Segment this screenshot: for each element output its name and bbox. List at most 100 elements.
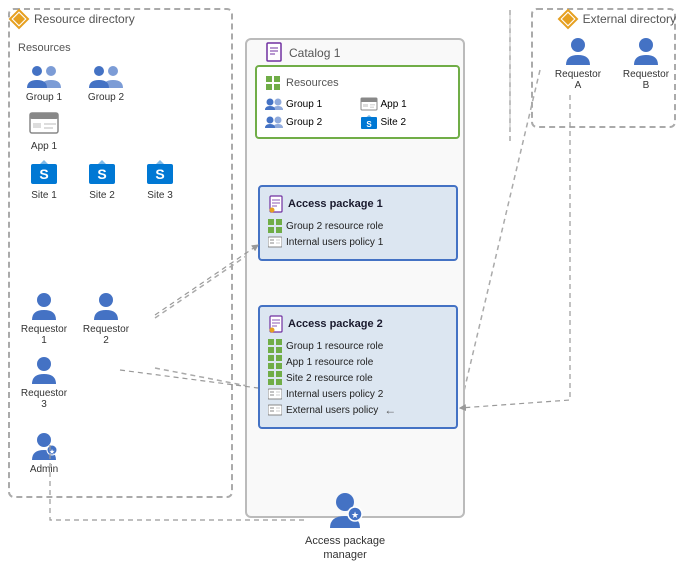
catalog-site2: S Site 2 [360,115,451,129]
ap1-resource-role-label: Group 2 resource role [286,221,383,232]
group1-item: Group 1 [18,62,70,103]
admin-section: ★ Admin [18,430,118,475]
catalog-site2-icon: S [360,115,378,129]
ap2-internal-policy: Internal users policy 2 [268,387,448,401]
catalog-resources-title: Resources [286,77,339,89]
requestor2-icon [92,290,120,322]
site2-label: Site 2 [89,190,115,201]
requestorB-item: Requestor B [620,35,672,91]
ap1-grid-icon [268,219,282,233]
requestor2-label: Requestor 2 [80,324,132,346]
catalog-group1-icon [265,97,283,111]
ap2-app1-role: App 1 resource role [268,355,448,369]
catalog-resources-header: Resources [265,75,450,91]
svg-text:S: S [39,166,48,182]
resource-directory-icon [8,8,30,30]
svg-text:★: ★ [49,448,55,456]
catalog-group2: Group 2 [265,115,356,129]
requestor1-item: Requestor 1 [18,290,70,346]
ap2-header: Access package 2 [268,315,448,333]
site2-icon: S [87,160,117,188]
admin-icon: ★ [30,430,58,462]
app1-item: App 1 [18,111,70,152]
site1-icon: S [29,160,59,188]
site3-icon: S [145,160,175,188]
ap2-app1-role-label: App 1 resource role [286,357,373,368]
requestor1-label: Requestor 1 [18,324,70,346]
requestorB-label: Requestor B [620,69,672,91]
catalog-app1-icon [360,97,378,111]
group1-icon [27,62,61,90]
catalog-title: Catalog 1 [289,46,340,60]
svg-text:S: S [366,120,372,129]
resource-directory-label: Resource directory [8,8,135,30]
catalog-resource-grid: Group 1 App 1 [265,97,450,129]
admin-item: ★ Admin [18,430,70,475]
ap2-policy2-icon [268,403,282,417]
ap2-external-policy: External users policy ← [268,403,448,417]
group2-icon [89,62,123,90]
external-directory-label: External directory [557,8,676,30]
access-manager-label: Access packagemanager [305,534,385,563]
site2-item: S Site 2 [76,160,128,201]
ap2-group1-role-label: Group 1 resource role [286,341,383,352]
diagram-container: Resource directory External directory Re… [0,0,684,581]
requestorB-icon [632,35,660,67]
external-directory-title: External directory [583,12,676,26]
ap2-external-policy-label: External users policy [286,405,378,416]
ap2-doc-icon [268,315,284,333]
requestor2-item: Requestor 2 [80,290,132,346]
ap1-policy-icon [268,235,282,249]
ap2-grid2-icon [268,355,282,369]
ap1-policy: Internal users policy 1 [268,235,448,249]
external-policy-arrow: ← [384,403,396,417]
access-package-1: Access package 1 Group 2 resource role I… [258,185,458,261]
external-directory-icon [557,8,579,30]
ap2-grid3-icon [268,371,282,385]
requestorA-label: Requestor A [552,69,604,91]
site3-label: Site 3 [147,190,173,201]
resources-section: Resources Group 1 Group 2 [18,42,228,209]
requestors-section: Requestor 1 Requestor 2 Requestor 3 [18,290,228,418]
ap2-site2-role-label: Site 2 resource role [286,373,373,384]
group1-label: Group 1 [26,92,62,103]
catalog-group1: Group 1 [265,97,356,111]
ap1-doc-icon [268,195,284,213]
ap2-grid1-icon [268,339,282,353]
ap1-header: Access package 1 [268,195,448,213]
requestor3-icon [30,354,58,386]
site3-item: S Site 3 [134,160,186,201]
ap1-resource-role: Group 2 resource role [268,219,448,233]
catalog-resources-box: Resources Group 1 [255,65,460,139]
catalog-icon [264,42,284,64]
ap1-title: Access package 1 [288,198,383,210]
access-manager-icon: ★ [327,490,363,530]
site1-label: Site 1 [31,190,57,201]
resource-directory-title: Resource directory [34,12,135,26]
ap2-policy1-icon [268,387,282,401]
resources-title: Resources [18,42,228,54]
group2-label: Group 2 [88,92,124,103]
group2-item: Group 2 [80,62,132,103]
svg-text:S: S [155,166,164,182]
external-requestors: Requestor A Requestor B [552,35,672,91]
catalog-app1: App 1 [360,97,451,111]
access-package-2: Access package 2 Group 1 resource role A… [258,305,458,429]
site1-item: S Site 1 [18,160,70,201]
requestor3-item: Requestor 3 [18,354,70,410]
catalog-group2-icon [265,115,283,129]
requestorA-icon [564,35,592,67]
app1-label: App 1 [31,141,57,152]
svg-text:★: ★ [351,510,359,520]
requestor3-label: Requestor 3 [18,388,70,410]
ap2-title: Access package 2 [288,318,383,330]
access-manager: ★ Access packagemanager [305,490,385,563]
ap2-group1-role: Group 1 resource role [268,339,448,353]
ap1-policy-label: Internal users policy 1 [286,237,383,248]
requestor1-icon [30,290,58,322]
ap2-site2-role: Site 2 resource role [268,371,448,385]
app1-icon [28,111,60,139]
catalog-label: Catalog 1 [260,42,344,64]
admin-label: Admin [30,464,58,475]
svg-text:S: S [97,166,106,182]
